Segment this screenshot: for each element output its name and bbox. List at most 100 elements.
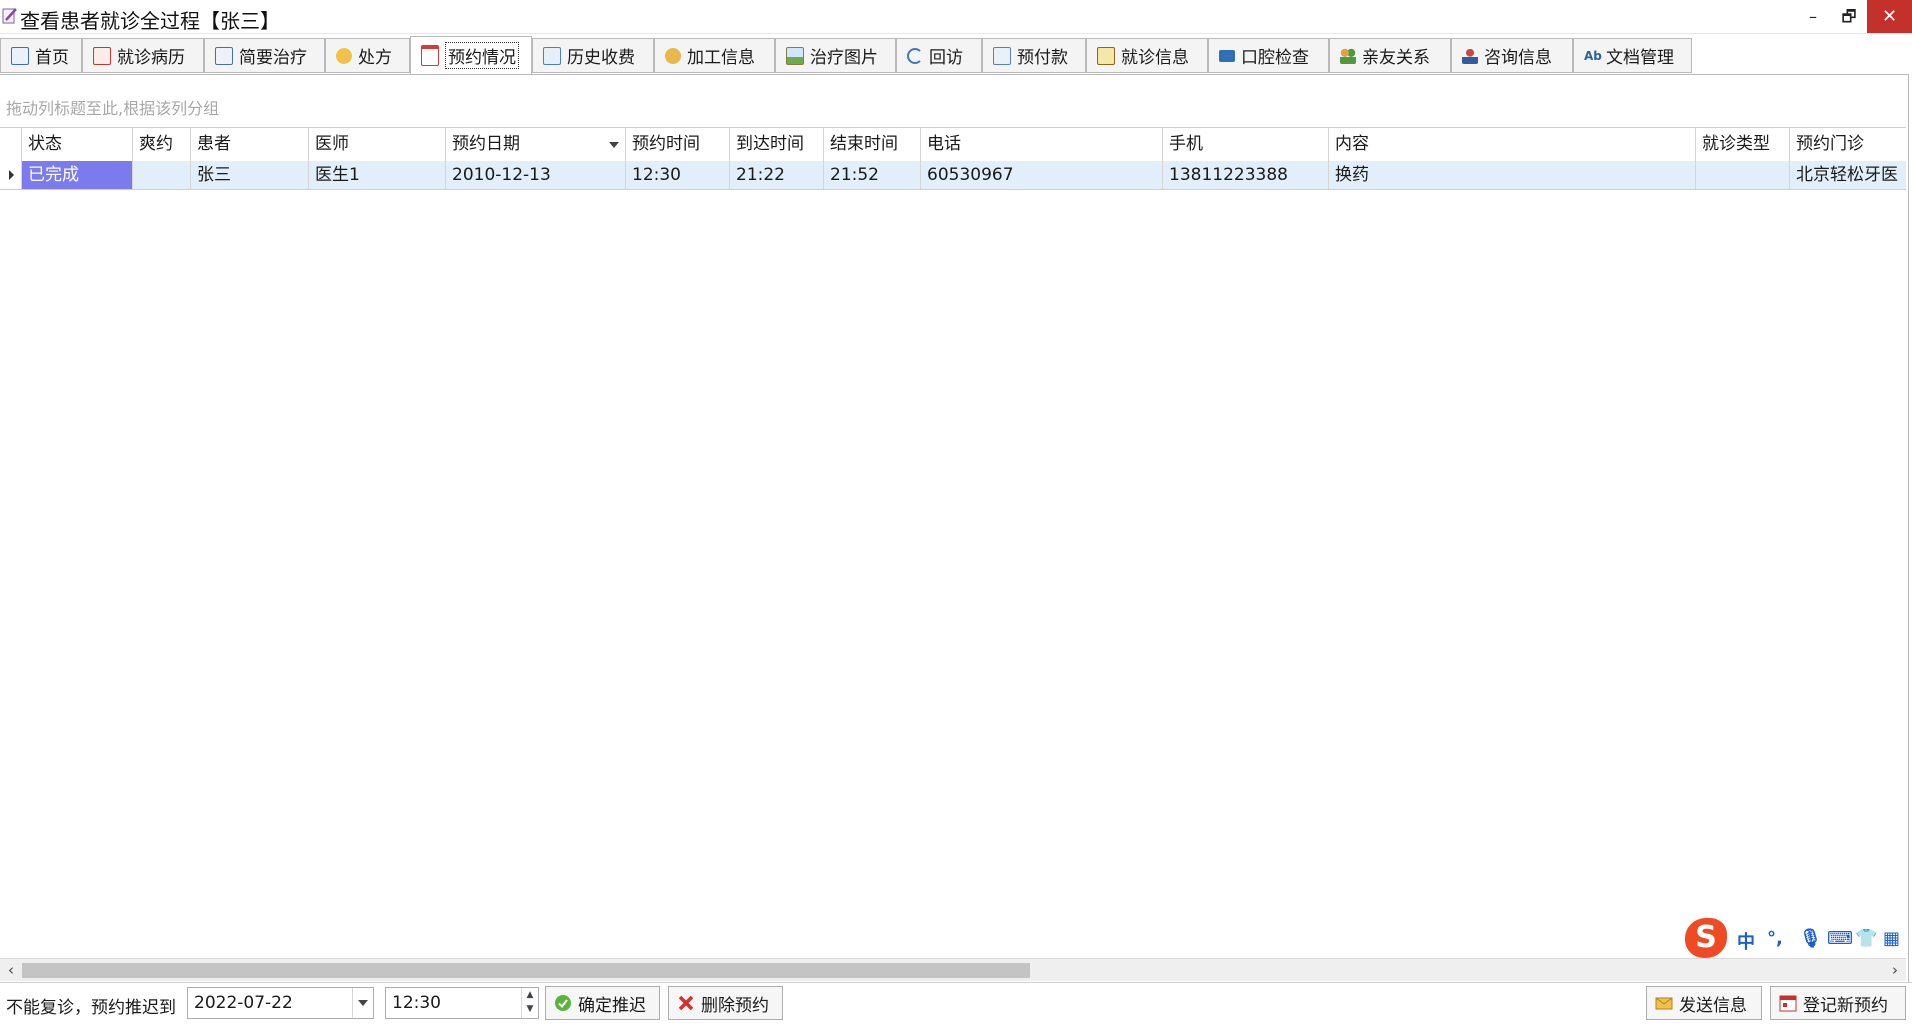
tab-label: 预约情况 [445, 42, 519, 69]
pill-icon [332, 44, 356, 67]
tab-strip: 首页 就诊病历 简要治疗 处方 预约情况 历史收费 加工信息 治疗图片 回访 预… [0, 36, 1912, 75]
tab-consultation[interactable]: 咨询信息 [1451, 38, 1573, 73]
column-header-patient[interactable]: 患者 [191, 128, 309, 161]
horizontal-scrollbar[interactable]: ‹ › [0, 958, 1906, 981]
tab-label: 治疗图片 [810, 48, 878, 68]
tab-prescription[interactable]: 处方 [325, 38, 410, 73]
red-x-icon [678, 995, 694, 1011]
tab-medical-record[interactable]: 就诊病历 [82, 38, 204, 73]
cell-mobile[interactable]: 13811223388 [1163, 161, 1329, 189]
tab-label: 历史收费 [567, 48, 635, 68]
tab-appointments[interactable]: 预约情况 [410, 36, 532, 75]
register-appointment-button[interactable]: 登记新预约 [1770, 986, 1906, 1020]
cell-clinic[interactable]: 北京轻松牙医 [1790, 161, 1906, 189]
postpone-label: 不能复诊，预约推迟到 [6, 998, 176, 1018]
tab-label: 咨询信息 [1484, 48, 1552, 68]
tab-label: 简要治疗 [239, 48, 307, 68]
column-header-phone[interactable]: 电话 [921, 128, 1163, 161]
skin-icon[interactable]: 👕 [1855, 928, 1877, 949]
ime-punctuation-toggle[interactable]: °, [1767, 928, 1783, 949]
tab-processing-info[interactable]: 加工信息 [654, 38, 775, 73]
column-header-appointment-time[interactable]: 预约时间 [626, 128, 730, 161]
send-message-button[interactable]: 发送信息 [1646, 986, 1762, 1020]
tab-label: 就诊信息 [1121, 48, 1189, 68]
content-frame [0, 74, 1909, 983]
app-icon [2, 8, 17, 24]
tab-prepayment[interactable]: 预付款 [982, 38, 1086, 73]
column-header-visit-type[interactable]: 就诊类型 [1696, 128, 1790, 161]
column-header-clinic[interactable]: 预约门诊 [1790, 128, 1906, 161]
mic-icon[interactable]: 🎙 [1799, 928, 1822, 949]
cell-end-time[interactable]: 21:52 [824, 161, 921, 189]
postpone-time-spinner[interactable]: 12:30 ▲ ▼ [385, 987, 539, 1019]
spellcheck-icon: Ab [1584, 48, 1602, 63]
column-header-content[interactable]: 内容 [1329, 128, 1696, 161]
billing-icon [543, 46, 561, 65]
scrollbar-thumb[interactable] [22, 963, 1030, 978]
keyboard-icon[interactable]: ⌨ [1827, 928, 1853, 949]
tab-label: 处方 [358, 48, 392, 68]
tab-home[interactable]: 首页 [0, 38, 82, 73]
cell-visit-type[interactable] [1696, 161, 1790, 189]
consult-icon [1462, 47, 1478, 64]
cell-appointment-date[interactable]: 2010-12-13 [446, 161, 626, 189]
cell-content[interactable]: 换药 [1329, 161, 1696, 189]
tab-relatives[interactable]: 亲友关系 [1329, 38, 1451, 73]
sort-descending-icon [609, 142, 619, 148]
column-header-doctor[interactable]: 医师 [309, 128, 446, 161]
grid-header: 状态 爽约 患者 医师 预约日期 预约时间 到达时间 结束时间 电话 手机 内容… [0, 127, 1906, 162]
column-header-mobile[interactable]: 手机 [1163, 128, 1329, 161]
minimize-button[interactable]: – [1795, 0, 1831, 33]
scroll-right-arrow[interactable]: › [1884, 959, 1906, 981]
scroll-left-arrow[interactable]: ‹ [0, 959, 22, 981]
chevron-down-icon[interactable] [352, 988, 373, 1018]
tab-label: 加工信息 [687, 48, 755, 68]
tab-document-management[interactable]: Ab 文档管理 [1573, 38, 1692, 73]
tab-oral-exam[interactable]: 口腔检查 [1208, 38, 1329, 73]
briefcase-icon [1219, 49, 1235, 62]
cell-arrival-time[interactable]: 21:22 [730, 161, 824, 189]
column-header-label: 预约日期 [452, 134, 520, 154]
delete-appointment-button[interactable]: 删除预约 [668, 986, 783, 1020]
medical-record-icon [93, 46, 111, 65]
table-row[interactable]: 已完成 张三 医生1 2010-12-13 12:30 21:22 21:52 … [0, 161, 1906, 190]
column-header-no-show[interactable]: 爽约 [133, 128, 191, 161]
cell-patient[interactable]: 张三 [191, 161, 309, 189]
group-by-panel[interactable]: 拖动列标题至此,根据该列分组 [0, 76, 1906, 127]
prepay-icon [993, 46, 1011, 65]
cell-phone[interactable]: 60530967 [921, 161, 1163, 189]
tab-treatment-pictures[interactable]: 治疗图片 [775, 38, 896, 73]
tab-label: 预付款 [1017, 48, 1068, 68]
cell-no-show[interactable] [133, 161, 191, 189]
check-circle-icon [555, 995, 571, 1011]
picture-icon [786, 46, 804, 65]
restore-button[interactable]: 🗗 [1831, 0, 1867, 33]
column-header-end-time[interactable]: 结束时间 [824, 128, 921, 161]
ime-mode-toggle[interactable]: 中 [1737, 928, 1755, 954]
envelope-icon [1655, 997, 1673, 1010]
column-header-status[interactable]: 状态 [22, 128, 133, 161]
grid-icon[interactable]: ▦ [1883, 928, 1900, 949]
postpone-date-picker[interactable]: 2022-07-22 [187, 987, 374, 1019]
tab-brief-treatment[interactable]: 简要治疗 [204, 38, 325, 73]
cell-appointment-time[interactable]: 12:30 [626, 161, 730, 189]
spinner-arrows-icon[interactable]: ▲ ▼ [521, 988, 538, 1018]
column-header-arrival-time[interactable]: 到达时间 [730, 128, 824, 161]
clipboard-icon [1097, 46, 1115, 65]
tab-billing-history[interactable]: 历史收费 [532, 38, 654, 73]
tab-label: 首页 [35, 48, 69, 68]
send-message-label: 发送信息 [1679, 995, 1747, 1016]
title-bar: 查看患者就诊全过程【张三】 – 🗗 ✕ [0, 0, 1912, 34]
confirm-postpone-button[interactable]: 确定推迟 [545, 986, 660, 1020]
tab-followup[interactable]: 回访 [896, 38, 982, 73]
sogou-logo-icon[interactable]: S [1685, 918, 1727, 958]
tab-visit-info[interactable]: 就诊信息 [1086, 38, 1208, 73]
calendar-icon [421, 45, 439, 66]
home-doc-icon [11, 46, 29, 65]
close-button[interactable]: ✕ [1867, 0, 1912, 33]
bottom-action-bar: 不能复诊，预约推迟到 2022-07-22 12:30 ▲ ▼ 确定推迟 删除预约… [0, 982, 1912, 1029]
cell-doctor[interactable]: 医生1 [309, 161, 446, 189]
people-icon [1340, 47, 1356, 64]
column-header-appointment-date[interactable]: 预约日期 [446, 128, 626, 161]
cell-status[interactable]: 已完成 [22, 161, 133, 189]
